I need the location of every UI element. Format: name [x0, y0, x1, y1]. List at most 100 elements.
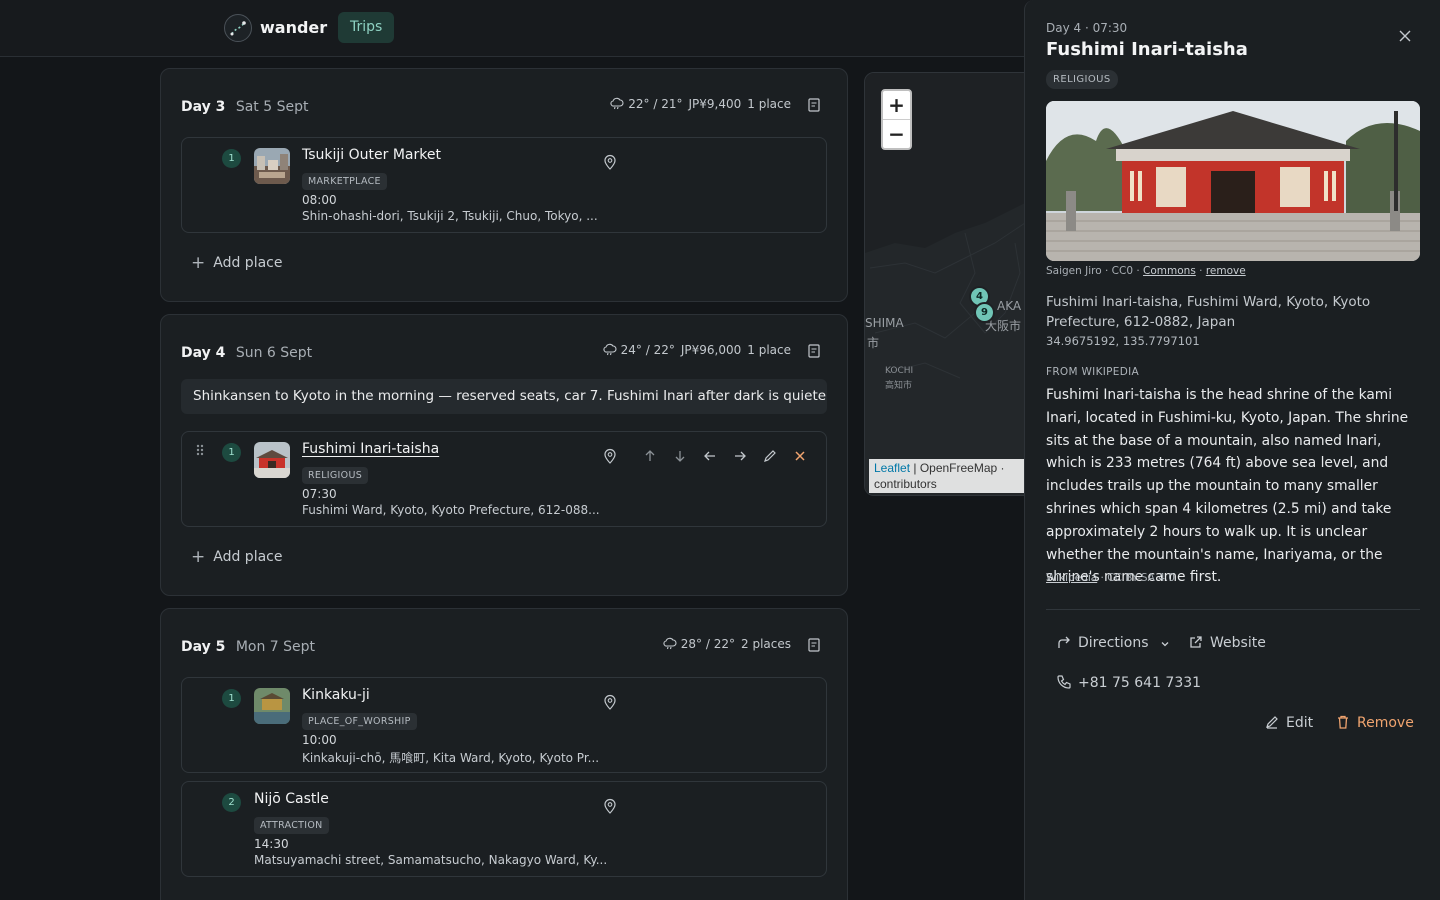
- place-card[interactable]: 1 Tsukiji Outer Market MARKETPLACE 08:00…: [181, 137, 827, 233]
- day-cost: JP¥96,000: [680, 343, 742, 357]
- remove-photo-link[interactable]: remove: [1206, 265, 1246, 277]
- add-place-button[interactable]: + Add place: [191, 253, 282, 273]
- credit-separator: ·: [1195, 265, 1206, 277]
- place-name[interactable]: Tsukiji Outer Market: [302, 147, 441, 163]
- arrow-left-icon[interactable]: [702, 448, 718, 464]
- place-card-selected[interactable]: 1 Fushimi Inari-taisha RELIGIOUS 07:30 F…: [181, 431, 827, 527]
- add-place-button[interactable]: + Add place: [191, 547, 282, 567]
- arrow-up-icon[interactable]: [642, 448, 658, 464]
- phone-link[interactable]: +81 75 641 7331: [1056, 674, 1201, 691]
- pin-icon[interactable]: [603, 798, 617, 814]
- place-name[interactable]: Nijō Castle: [254, 791, 329, 807]
- cloud-icon: [663, 637, 677, 650]
- place-address: Shin-ohashi-dori, Tsukiji 2, Tsukiji, Ch…: [302, 209, 598, 223]
- wikipedia-summary: Fushimi Inari-taisha is the head shrine …: [1046, 387, 1409, 586]
- panel-title: Fushimi Inari-taisha: [1046, 39, 1248, 60]
- commons-link[interactable]: Commons: [1143, 265, 1196, 277]
- pin-icon[interactable]: [603, 694, 617, 710]
- pencil-icon[interactable]: [762, 448, 778, 464]
- directions-icon: [1058, 636, 1070, 648]
- place-photo: [1046, 101, 1420, 261]
- directions-label: Directions: [1078, 635, 1149, 651]
- panel-coordinates: 34.9675192, 135.7797101: [1046, 334, 1200, 348]
- day-label: Day 5: [181, 639, 226, 655]
- place-card[interactable]: 2 Nijō Castle ATTRACTION 14:30 Matsuyama…: [181, 781, 827, 877]
- day-label: Day 3: [181, 99, 226, 115]
- brand-name[interactable]: wander: [260, 18, 327, 37]
- drag-icon[interactable]: [195, 443, 205, 457]
- wikipedia-link[interactable]: Wikipedia: [1046, 572, 1097, 584]
- cloud-icon: [610, 97, 624, 110]
- map[interactable]: + − SHIMA 市 AKA 大阪市 KOCHI 高知市 4 9 Leafle…: [864, 72, 1034, 496]
- day-meta: 22° / 21° JP¥9,400 1 place: [610, 97, 791, 111]
- day-header[interactable]: Day 4 Sun 6 Sept: [181, 345, 312, 361]
- arrow-right-icon[interactable]: [732, 448, 748, 464]
- pencil-icon: [1266, 716, 1278, 729]
- arrow-down-icon[interactable]: [672, 448, 688, 464]
- panel-kicker: Day 4 · 07:30: [1046, 21, 1128, 35]
- notes-icon[interactable]: [808, 638, 820, 652]
- place-time: 14:30: [254, 837, 289, 851]
- panel-category: RELIGIOUS: [1046, 70, 1118, 89]
- day-card-3: Day 3 Sat 5 Sept 22° / 21° JP¥9,400 1 plac…: [160, 68, 848, 302]
- place-count: 2 places: [741, 637, 791, 651]
- place-index: 1: [222, 443, 241, 462]
- remove-label: Remove: [1357, 715, 1414, 731]
- place-thumbnail: [254, 148, 290, 184]
- plus-icon: +: [191, 547, 206, 567]
- place-card[interactable]: 1 Kinkaku-ji PLACE_OF_WORSHIP 10:00 Kink…: [181, 677, 827, 773]
- leaflet-link[interactable]: Leaflet: [874, 461, 910, 475]
- day-card-5: Day 5 Mon 7 Sept 28° / 22° 2 places 1 Kin…: [160, 608, 848, 900]
- place-detail-panel: Day 4 · 07:30 Fushimi Inari-taisha RELIG…: [1024, 0, 1440, 900]
- add-place-label: Add place: [213, 549, 283, 565]
- day-date: Sun 6 Sept: [235, 345, 313, 361]
- place-time: 08:00: [302, 193, 337, 207]
- divider: [1046, 609, 1420, 610]
- day-header[interactable]: Day 3 Sat 5 Sept: [181, 99, 308, 115]
- place-actions: [642, 448, 808, 464]
- edit-button[interactable]: Edit: [1264, 714, 1313, 731]
- day-header[interactable]: Day 5 Mon 7 Sept: [181, 639, 315, 655]
- zoom-out-button[interactable]: −: [883, 120, 910, 149]
- day-cost: JP¥9,400: [688, 97, 742, 111]
- map-marker[interactable]: 9: [974, 302, 995, 323]
- zoom-in-button[interactable]: +: [883, 91, 910, 120]
- place-count: 1 place: [747, 97, 791, 111]
- notes-icon[interactable]: [808, 98, 820, 112]
- pin-icon[interactable]: [603, 154, 617, 170]
- summary-license: Wikipedia · CC BY-SA 4.0: [1046, 572, 1175, 584]
- day-label: Day 4: [181, 345, 226, 361]
- remove-button[interactable]: Remove: [1335, 714, 1414, 731]
- day-note[interactable]: Shinkansen to Kyoto in the morning — res…: [181, 379, 827, 414]
- photo-author: Saigen Jiro · CC0 ·: [1046, 265, 1144, 277]
- phone-number: +81 75 641 7331: [1078, 675, 1202, 691]
- place-count: 1 place: [747, 343, 791, 357]
- notes-icon[interactable]: [808, 344, 820, 358]
- map-label: KOCHI: [885, 366, 914, 376]
- place-index: 1: [222, 689, 241, 708]
- zoom-control: + −: [881, 89, 912, 150]
- nav-trips[interactable]: Trips: [338, 12, 395, 43]
- place-address: Fushimi Ward, Kyoto, Kyoto Prefecture, 6…: [302, 503, 600, 517]
- place-time: 10:00: [302, 733, 337, 747]
- source-heading: FROM WIKIPEDIA: [1046, 366, 1139, 378]
- panel-address: Fushimi Inari-taisha, Fushimi Ward, Kyot…: [1046, 294, 1371, 330]
- directions-button[interactable]: Directions: [1056, 634, 1171, 651]
- logo-icon[interactable]: [224, 14, 252, 42]
- place-address: Kinkakuji-chō, 馬喰町, Kita Ward, Kyoto, Ky…: [302, 751, 600, 765]
- place-name[interactable]: Fushimi Inari-taisha: [302, 441, 439, 457]
- close-icon[interactable]: [1398, 29, 1412, 43]
- place-address: Matsuyamachi street, Samamatsucho, Nakag…: [254, 853, 608, 867]
- cloud-icon: [603, 343, 617, 356]
- place-thumbnail: [254, 442, 290, 478]
- day-meta: 24° / 22° JP¥96,000 1 place: [603, 343, 791, 357]
- day-card-4: Day 4 Sun 6 Sept 24° / 22° JP¥96,000 1 pla…: [160, 314, 848, 596]
- weather: 28° / 22°: [680, 637, 735, 651]
- place-category: RELIGIOUS: [302, 467, 369, 484]
- photo-credit: Saigen Jiro · CC0 · Commons · remove: [1046, 265, 1246, 277]
- pin-icon[interactable]: [603, 448, 617, 464]
- close-icon[interactable]: [792, 448, 808, 464]
- website-label: Website: [1210, 635, 1266, 651]
- website-button[interactable]: Website: [1188, 634, 1266, 651]
- place-name[interactable]: Kinkaku-ji: [302, 687, 370, 703]
